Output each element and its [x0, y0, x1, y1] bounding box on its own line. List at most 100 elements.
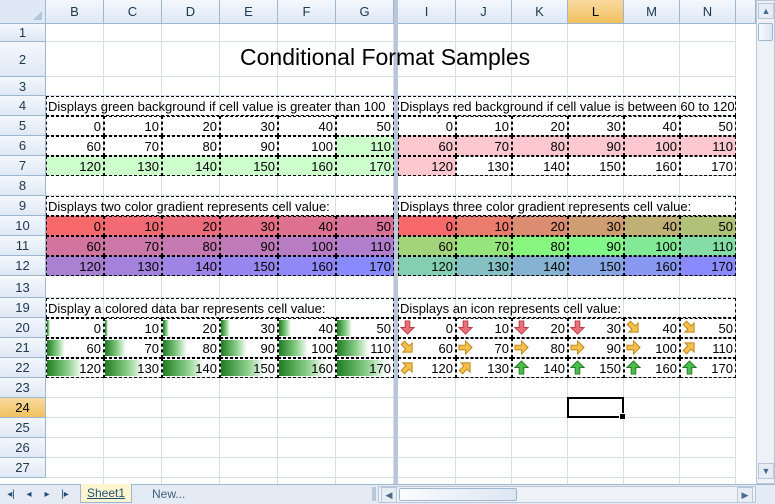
column-header-b[interactable]: B — [46, 0, 104, 24]
scroll-down-button[interactable]: ▼ — [758, 463, 774, 479]
row-header-27[interactable]: 27 — [0, 458, 46, 478]
column-header-i[interactable]: I — [398, 0, 456, 24]
data-cell[interactable]: 160 — [278, 358, 336, 378]
data-cell[interactable]: 170 — [336, 256, 394, 276]
data-cell[interactable]: 90 — [220, 236, 278, 256]
column-header-l[interactable]: L — [568, 0, 624, 24]
scroll-up-button[interactable]: ▲ — [758, 3, 774, 19]
data-cell[interactable]: 130 — [456, 256, 512, 276]
data-cell[interactable]: 170 — [680, 358, 736, 378]
data-cell[interactable]: 80 — [512, 338, 568, 358]
data-cell[interactable]: 110 — [336, 236, 394, 256]
data-cell[interactable]: 130 — [104, 156, 162, 176]
data-cell[interactable]: 100 — [624, 338, 680, 358]
data-cell[interactable]: 60 — [398, 136, 456, 156]
row-header-22[interactable]: 22 — [0, 358, 46, 378]
data-cell[interactable]: 110 — [680, 136, 736, 156]
data-cell[interactable]: 110 — [680, 236, 736, 256]
data-cell[interactable]: 140 — [512, 358, 568, 378]
data-cell[interactable]: 10 — [456, 116, 512, 136]
row-header-1[interactable]: 1 — [0, 24, 46, 42]
data-cell[interactable]: 40 — [624, 318, 680, 338]
data-cell[interactable]: 90 — [568, 236, 624, 256]
sheet-tab-sheet1[interactable]: Sheet1 — [80, 484, 133, 503]
data-cell[interactable]: 0 — [398, 116, 456, 136]
next-sheet-icon[interactable]: ▸ — [40, 488, 54, 500]
data-cell[interactable]: 60 — [398, 338, 456, 358]
data-cell[interactable]: 140 — [512, 156, 568, 176]
tab-split-handle[interactable] — [372, 487, 376, 501]
data-cell[interactable]: 150 — [220, 156, 278, 176]
data-cell[interactable]: 10 — [456, 318, 512, 338]
data-cell[interactable]: 30 — [220, 318, 278, 338]
data-cell[interactable]: 120 — [46, 358, 104, 378]
data-cell[interactable]: 120 — [398, 358, 456, 378]
data-cell[interactable]: 170 — [680, 256, 736, 276]
row-header-21[interactable]: 21 — [0, 338, 46, 358]
data-cell[interactable]: 70 — [104, 338, 162, 358]
data-cell[interactable]: 50 — [336, 318, 394, 338]
data-cell[interactable]: 60 — [46, 136, 104, 156]
row-header-9[interactable]: 9 — [0, 196, 46, 216]
data-cell[interactable]: 20 — [512, 216, 568, 236]
row-header-10[interactable]: 10 — [0, 216, 46, 236]
data-cell[interactable]: 150 — [220, 358, 278, 378]
data-cell[interactable]: 60 — [398, 236, 456, 256]
data-cell[interactable]: 130 — [456, 156, 512, 176]
data-cell[interactable]: 110 — [680, 338, 736, 358]
data-cell[interactable]: 130 — [104, 256, 162, 276]
data-cell[interactable]: 100 — [624, 136, 680, 156]
data-cell[interactable]: 140 — [162, 256, 220, 276]
data-cell[interactable]: 0 — [46, 216, 104, 236]
data-cell[interactable]: 130 — [104, 358, 162, 378]
active-cell-cursor[interactable] — [567, 397, 626, 420]
row-header-19[interactable]: 19 — [0, 298, 46, 318]
data-cell[interactable]: 90 — [220, 136, 278, 156]
horizontal-scrollbar[interactable]: ◀ ▶ — [378, 486, 756, 503]
data-cell[interactable]: 100 — [278, 338, 336, 358]
data-cell[interactable]: 20 — [512, 318, 568, 338]
column-header-j[interactable]: J — [456, 0, 512, 24]
scroll-right-button[interactable]: ▶ — [737, 487, 753, 503]
column-header-n[interactable]: N — [680, 0, 736, 24]
data-cell[interactable]: 10 — [104, 216, 162, 236]
row-header-11[interactable]: 11 — [0, 236, 46, 256]
first-sheet-icon[interactable]: ◂| — [4, 488, 18, 500]
data-cell[interactable]: 30 — [568, 318, 624, 338]
data-cell[interactable]: 160 — [278, 156, 336, 176]
data-cell[interactable]: 40 — [278, 318, 336, 338]
row-header-4[interactable]: 4 — [0, 96, 46, 116]
data-cell[interactable]: 10 — [456, 216, 512, 236]
row-header-24[interactable]: 24 — [0, 398, 46, 418]
data-cell[interactable]: 80 — [162, 136, 220, 156]
last-sheet-icon[interactable]: |▸ — [58, 488, 72, 500]
data-cell[interactable]: 100 — [624, 236, 680, 256]
data-cell[interactable]: 100 — [278, 136, 336, 156]
select-all-corner[interactable] — [0, 0, 46, 24]
data-cell[interactable]: 50 — [336, 116, 394, 136]
data-cell[interactable]: 0 — [398, 216, 456, 236]
spreadsheet-grid[interactable]: B C D E F G I J K L M N 1 2 3 4 5 6 7 8 9 10 11 12 13 19 20 21 22 23 2… — [0, 0, 775, 504]
data-cell[interactable]: 30 — [568, 116, 624, 136]
data-cell[interactable]: 90 — [220, 338, 278, 358]
column-header-e[interactable]: E — [220, 0, 278, 24]
column-header-g[interactable]: G — [336, 0, 394, 24]
row-header-5[interactable]: 5 — [0, 116, 46, 136]
data-cell[interactable]: 10 — [104, 318, 162, 338]
row-header-13[interactable]: 13 — [0, 278, 46, 298]
prev-sheet-icon[interactable]: ◂ — [22, 488, 36, 500]
column-header-f[interactable]: F — [278, 0, 336, 24]
data-cell[interactable]: 120 — [46, 156, 104, 176]
data-cell[interactable]: 160 — [624, 156, 680, 176]
data-cell[interactable]: 50 — [336, 216, 394, 236]
column-header-m[interactable]: M — [624, 0, 680, 24]
data-cell[interactable]: 10 — [104, 116, 162, 136]
data-cell[interactable]: 90 — [568, 338, 624, 358]
scroll-left-button[interactable]: ◀ — [381, 487, 397, 503]
row-header-23[interactable]: 23 — [0, 378, 46, 398]
row-header-2[interactable]: 2 — [0, 42, 46, 77]
data-cell[interactable]: 100 — [278, 236, 336, 256]
data-cell[interactable]: 60 — [46, 338, 104, 358]
data-cell[interactable]: 40 — [624, 116, 680, 136]
data-cell[interactable]: 160 — [624, 358, 680, 378]
